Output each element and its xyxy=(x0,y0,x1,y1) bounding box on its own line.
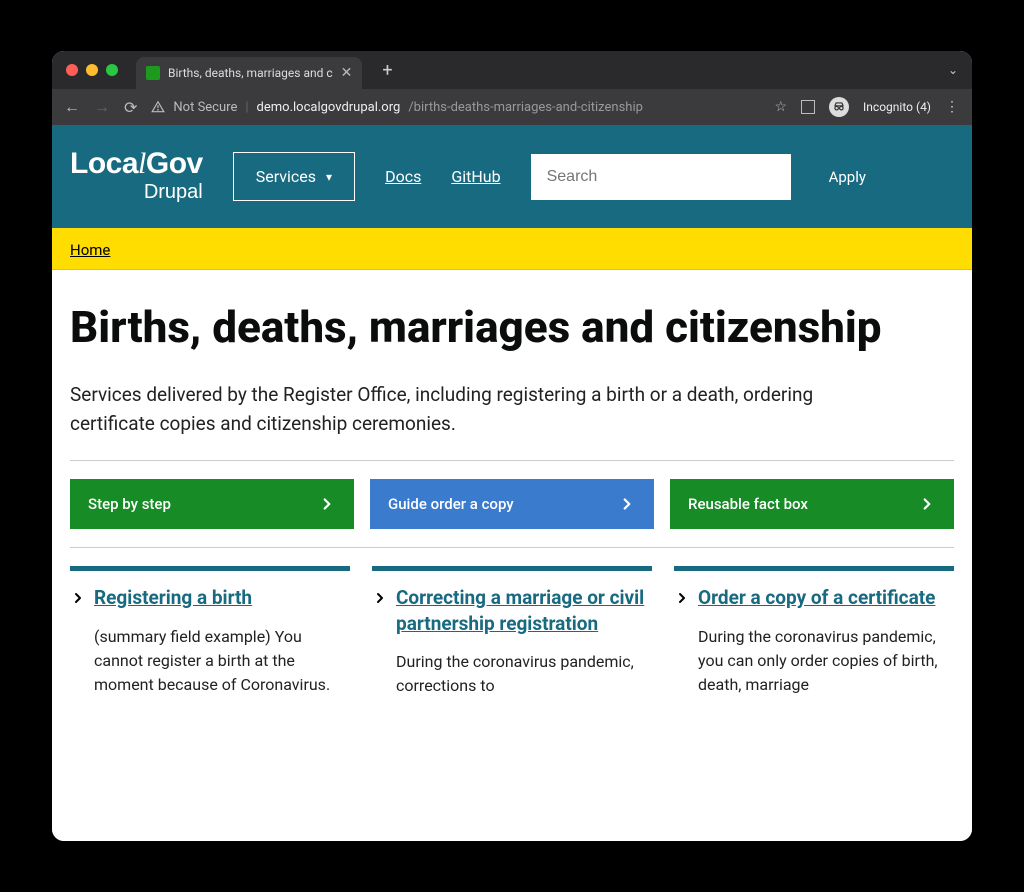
not-secure-icon xyxy=(151,100,165,114)
forward-button[interactable]: → xyxy=(94,97,110,117)
back-button[interactable]: ← xyxy=(64,97,80,117)
chevron-right-icon xyxy=(618,495,636,513)
address-divider: | xyxy=(245,100,248,115)
window-menu-chevron-icon[interactable]: ⌄ xyxy=(948,63,958,77)
minimize-window-button[interactable] xyxy=(86,64,98,76)
action-button-label: Reusable fact box xyxy=(688,495,808,513)
divider xyxy=(70,460,954,461)
bookmark-star-icon[interactable]: ☆ xyxy=(774,99,787,115)
incognito-label: Incognito (4) xyxy=(863,100,931,114)
service-card-description: (summary field example) You cannot regis… xyxy=(94,625,350,697)
new-tab-button[interactable]: + xyxy=(382,60,392,81)
service-cards-row: Registering a birth (summary field exampl… xyxy=(70,566,954,698)
browser-menu-icon[interactable]: ⋮ xyxy=(945,99,960,115)
service-card-description: During the coronavirus pandemic, you can… xyxy=(698,625,954,697)
chevron-right-icon xyxy=(70,590,86,606)
services-label: Services xyxy=(256,167,316,186)
reload-button[interactable]: ⟳ xyxy=(124,98,137,117)
url-domain: demo.localgovdrupal.org xyxy=(257,100,401,115)
install-app-icon[interactable] xyxy=(801,100,815,114)
apply-link[interactable]: Apply xyxy=(829,168,866,186)
chevron-right-icon xyxy=(918,495,936,513)
site-header: LocalGov Drupal Services ▾ Docs GitHub A… xyxy=(52,125,972,228)
nav-github[interactable]: GitHub xyxy=(451,167,500,186)
page-intro: Services delivered by the Register Offic… xyxy=(70,381,850,438)
logo-text: l xyxy=(138,147,146,180)
service-card: Registering a birth (summary field exampl… xyxy=(70,566,350,698)
browser-viewport[interactable]: LocalGov Drupal Services ▾ Docs GitHub A… xyxy=(52,125,972,841)
browser-titlebar: Births, deaths, marriages and c ✕ + ⌄ xyxy=(52,51,972,89)
chevron-right-icon xyxy=(674,590,690,606)
url-path: /births-deaths-marriages-and-citizenship xyxy=(408,100,643,115)
page-title: Births, deaths, marriages and citizenshi… xyxy=(70,300,954,355)
favicon-icon xyxy=(146,66,160,80)
service-card-description: During the coronavirus pandemic, correct… xyxy=(396,650,652,698)
action-button-row: Step by step Guide order a copy Reusable f… xyxy=(70,479,954,529)
logo-subtext: Drupal xyxy=(70,181,203,204)
maximize-window-button[interactable] xyxy=(106,64,118,76)
divider xyxy=(70,547,954,548)
tab-title: Births, deaths, marriages and c xyxy=(168,66,333,80)
services-dropdown-button[interactable]: Services ▾ xyxy=(233,152,355,201)
browser-window: Births, deaths, marriages and c ✕ + ⌄ ← … xyxy=(52,51,972,841)
address-bar[interactable]: Not Secure | demo.localgovdrupal.org/bir… xyxy=(151,100,760,115)
browser-toolbar: ← → ⟳ Not Secure | demo.localgovdrupal.o… xyxy=(52,89,972,125)
service-card-title[interactable]: Registering a birth xyxy=(94,585,252,611)
site-logo[interactable]: LocalGov Drupal xyxy=(70,149,203,204)
browser-tab[interactable]: Births, deaths, marriages and c ✕ xyxy=(136,57,362,89)
close-tab-icon[interactable]: ✕ xyxy=(341,65,353,81)
primary-nav: Docs GitHub xyxy=(385,167,501,186)
breadcrumb-home[interactable]: Home xyxy=(70,241,110,259)
action-button[interactable]: Reusable fact box xyxy=(670,479,954,529)
main-content: Births, deaths, marriages and citizenshi… xyxy=(52,270,972,841)
search-input[interactable] xyxy=(531,154,791,200)
action-button[interactable]: Guide order a copy xyxy=(370,479,654,529)
service-card: Order a copy of a certificate During the … xyxy=(674,566,954,698)
chevron-down-icon: ▾ xyxy=(326,170,332,184)
service-card-title[interactable]: Correcting a marriage or civil partnersh… xyxy=(396,585,652,636)
close-window-button[interactable] xyxy=(66,64,78,76)
breadcrumb: Home xyxy=(52,228,972,270)
action-button[interactable]: Step by step xyxy=(70,479,354,529)
nav-docs[interactable]: Docs xyxy=(385,167,421,186)
service-card-title[interactable]: Order a copy of a certificate xyxy=(698,585,935,611)
logo-text: Gov xyxy=(146,147,203,180)
window-controls xyxy=(66,64,118,76)
not-secure-label: Not Secure xyxy=(173,100,237,115)
action-button-label: Step by step xyxy=(88,495,171,513)
chevron-right-icon xyxy=(318,495,336,513)
logo-text: Loca xyxy=(70,147,138,180)
chevron-right-icon xyxy=(372,590,388,606)
incognito-icon[interactable] xyxy=(829,97,849,117)
service-card: Correcting a marriage or civil partnersh… xyxy=(372,566,652,698)
action-button-label: Guide order a copy xyxy=(388,495,514,513)
